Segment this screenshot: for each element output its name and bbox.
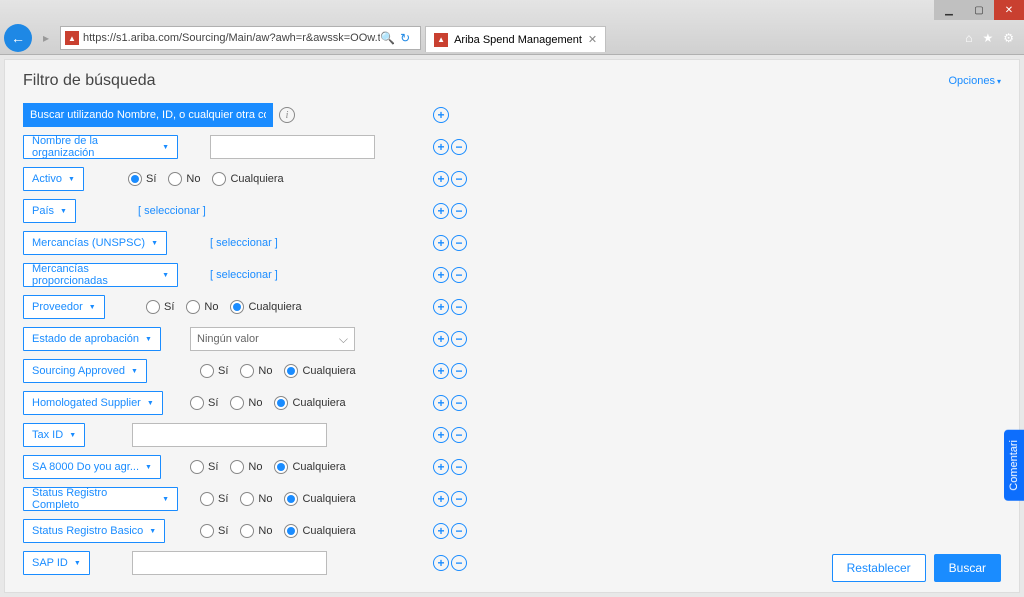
filter-pais-dropdown[interactable]: País [23,199,76,223]
tab-title: Ariba Spend Management [454,34,582,46]
seleccionar-link[interactable]: [ seleccionar ] [138,205,206,217]
radio-cualquiera[interactable] [274,396,288,410]
remove-filter-icon[interactable]: − [451,363,467,379]
add-filter-icon[interactable]: + [433,395,449,411]
add-filter-icon[interactable]: + [433,267,449,283]
radio-cualquiera[interactable] [212,172,226,186]
window-close[interactable]: ✕ [994,0,1024,20]
radio-si[interactable] [190,460,204,474]
filter-activo-dropdown[interactable]: Activo [23,167,84,191]
add-filter-icon[interactable]: + [433,139,449,155]
radio-no[interactable] [230,396,244,410]
remove-filter-icon[interactable]: − [451,203,467,219]
add-filter-icon[interactable]: + [433,235,449,251]
refresh-icon[interactable]: ↻ [400,31,416,45]
taxid-input[interactable] [132,423,327,447]
filter-unspsc-dropdown[interactable]: Mercancías (UNSPSC) [23,231,167,255]
add-filter-icon[interactable]: + [433,555,449,571]
remove-filter-icon[interactable]: − [451,427,467,443]
restablecer-button[interactable]: Restablecer [832,554,926,582]
add-filter-icon[interactable]: + [433,171,449,187]
remove-filter-icon[interactable]: − [451,171,467,187]
radio-cualquiera[interactable] [274,460,288,474]
search-icon[interactable]: 🔍 [380,31,396,45]
radio-cualquiera[interactable] [284,492,298,506]
search-input[interactable] [23,103,273,127]
filter-sourcing-dropdown[interactable]: Sourcing Approved [23,359,147,383]
remove-filter-icon[interactable]: − [451,459,467,475]
nav-back-button[interactable]: ← [4,24,32,52]
window-maximize[interactable]: ▢ [964,0,994,20]
comentarios-tab[interactable]: Comentari [1004,430,1024,501]
site-icon: ▲ [65,31,79,45]
radio-si[interactable] [190,396,204,410]
add-filter-icon[interactable]: + [433,299,449,315]
radio-si[interactable] [200,492,214,506]
tab-close-icon[interactable]: ✕ [588,33,597,46]
add-filter-icon[interactable]: + [433,523,449,539]
filter-mercancias-prop-dropdown[interactable]: Mercancías proporcionadas [23,263,178,287]
filter-proveedor-dropdown[interactable]: Proveedor [23,295,105,319]
remove-filter-icon[interactable]: − [451,555,467,571]
page-title: Filtro de búsqueda [23,72,156,90]
org-input[interactable] [210,135,375,159]
filter-estado-dropdown[interactable]: Estado de aprobación [23,327,161,351]
add-filter-icon[interactable]: + [433,331,449,347]
remove-filter-icon[interactable]: − [451,395,467,411]
url-bar[interactable]: ▲ 🔍 ↻ [60,26,421,50]
radio-no[interactable] [240,524,254,538]
options-dropdown[interactable]: Opciones [949,75,1002,87]
radio-si[interactable] [200,524,214,538]
info-icon[interactable]: i [279,107,295,123]
add-filter-icon[interactable]: + [433,427,449,443]
filter-status-completo-dropdown[interactable]: Status Registro Completo [23,487,178,511]
radio-no[interactable] [230,460,244,474]
filter-status-basico-dropdown[interactable]: Status Registro Basico [23,519,165,543]
remove-filter-icon[interactable]: − [451,139,467,155]
buscar-button[interactable]: Buscar [934,554,1001,582]
sapid-input[interactable] [132,551,327,575]
home-icon[interactable]: ⌂ [965,31,972,45]
filter-sapid-dropdown[interactable]: SAP ID [23,551,90,575]
filter-homologated-dropdown[interactable]: Homologated Supplier [23,391,163,415]
remove-filter-icon[interactable]: − [451,299,467,315]
settings-icon[interactable]: ⚙ [1003,31,1014,45]
radio-si[interactable] [200,364,214,378]
seleccionar-link[interactable]: [ seleccionar ] [210,269,278,281]
nav-forward-button[interactable]: ▸ [36,28,56,48]
seleccionar-link[interactable]: [ seleccionar ] [210,237,278,249]
remove-filter-icon[interactable]: − [451,523,467,539]
add-filter-icon[interactable]: + [433,491,449,507]
tab-favicon: ▲ [434,33,448,47]
remove-filter-icon[interactable]: − [451,331,467,347]
radio-cualquiera[interactable] [230,300,244,314]
radio-cualquiera[interactable] [284,524,298,538]
radio-si[interactable] [146,300,160,314]
remove-filter-icon[interactable]: − [451,235,467,251]
radio-no[interactable] [168,172,182,186]
add-filter-icon[interactable]: + [433,459,449,475]
filter-org-dropdown[interactable]: Nombre de la organización [23,135,178,159]
radio-no[interactable] [240,364,254,378]
favorites-icon[interactable]: ★ [982,31,993,45]
radio-no[interactable] [186,300,200,314]
browser-tab[interactable]: ▲ Ariba Spend Management ✕ [425,26,606,52]
add-filter-icon[interactable]: + [433,107,449,123]
add-filter-icon[interactable]: + [433,363,449,379]
estado-select[interactable]: Ningún valor [190,327,355,351]
radio-cualquiera[interactable] [284,364,298,378]
filter-sa8000-dropdown[interactable]: SA 8000 Do you agr... [23,455,161,479]
url-input[interactable] [83,32,380,44]
filter-taxid-dropdown[interactable]: Tax ID [23,423,85,447]
window-minimize[interactable]: ▁ [934,0,964,20]
radio-si[interactable] [128,172,142,186]
radio-no[interactable] [240,492,254,506]
add-filter-icon[interactable]: + [433,203,449,219]
remove-filter-icon[interactable]: − [451,267,467,283]
remove-filter-icon[interactable]: − [451,491,467,507]
